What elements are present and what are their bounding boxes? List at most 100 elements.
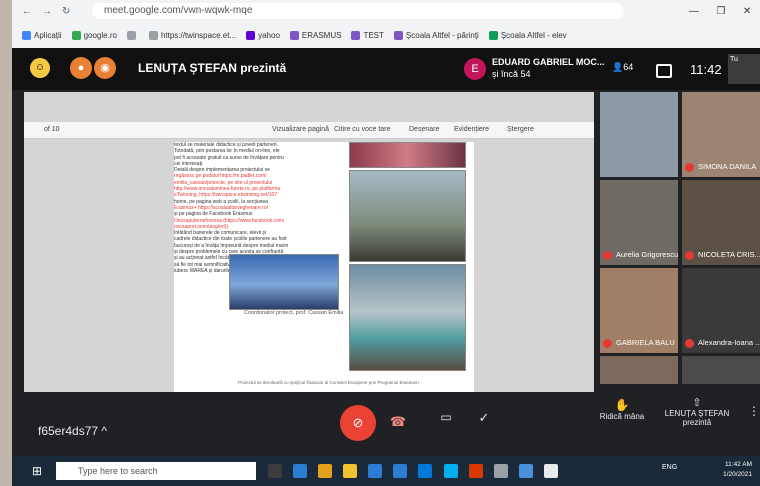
self-view-tile[interactable]: Tu <box>728 54 760 84</box>
participant-tile[interactable]: Alexandra-Ioana ... <box>682 268 760 353</box>
pdf-tool-view[interactable]: Vizualizare pagină <box>272 126 329 133</box>
check-button[interactable]: ✓ <box>474 410 494 430</box>
taskbar-app-icon[interactable] <box>393 464 408 478</box>
bookmark-item[interactable]: Școala Altfel - părinți <box>393 30 479 40</box>
bookmark-icon <box>393 30 403 40</box>
hand-icon: ✋ <box>614 398 630 412</box>
coordinator-caption: Coordonator proiect, prof. Cassan Emilia <box>244 310 344 316</box>
bookmark-label: Școala Altfel - părinți <box>405 30 479 40</box>
taskbar-app-icon[interactable] <box>418 464 433 478</box>
browser-chrome: ← → ↻ meet.google.com/vwn-wqwk-mqe — ❐ ✕… <box>12 0 760 48</box>
taskbar-app-icon[interactable] <box>543 464 558 478</box>
participant-name: Aurelia Grigorescu <box>616 250 678 259</box>
bookmark-icon <box>246 30 256 40</box>
desk-edge <box>0 0 12 486</box>
taskbar-app-icon[interactable] <box>468 464 483 478</box>
taskbar-time: 11:42 AM <box>725 461 752 468</box>
presenter-title: LENUȚA ȘTEFAN prezintă <box>138 61 287 75</box>
mic-off-button[interactable]: ⊘ <box>340 405 376 441</box>
maximize-button[interactable]: ❐ <box>716 6 725 17</box>
participant-tile[interactable] <box>600 92 678 177</box>
self-label: Tu <box>730 56 738 63</box>
chevron-up-icon: ^ <box>101 424 108 438</box>
reload-icon[interactable]: ↻ <box>62 6 70 17</box>
participant-tile[interactable]: Aurelia Grigorescu <box>600 180 678 265</box>
pinned-user[interactable]: E EDUARD GABRIEL MOC... și încă 54 <box>460 54 604 84</box>
raise-hand-label: Ridică mâna <box>599 412 645 421</box>
people-count[interactable]: 👤64 <box>612 62 633 73</box>
bookmark-label: google.ro <box>83 30 117 40</box>
pdf-page: textul se materiale didactice și poveti … <box>174 142 474 392</box>
meet-clock: 11:42 <box>690 62 722 77</box>
pinned-user-name: EDUARD GABRIEL MOC... <box>492 57 605 67</box>
more-options-icon[interactable]: ⋮ <box>748 404 760 418</box>
chat-icon[interactable] <box>656 64 672 78</box>
back-icon[interactable]: ← <box>22 6 32 17</box>
bookmark-item[interactable]: Școala Altfel - elev <box>488 30 567 40</box>
photo-stage <box>229 254 339 310</box>
camera-button[interactable]: ▭ <box>436 410 456 430</box>
participant-tile[interactable]: SIMONA DANILA <box>682 92 760 177</box>
bookmark-label: ERASMUS <box>301 30 342 40</box>
minimize-button[interactable]: — <box>689 6 699 17</box>
participant-tile[interactable] <box>600 356 678 384</box>
taskbar-app-icon[interactable] <box>343 464 358 478</box>
bookmark-item[interactable]: TEST <box>351 30 384 40</box>
shared-screen: of 10 Vizualizare pagină Citire cu voce … <box>24 92 594 392</box>
bookmark-item[interactable]: google.ro <box>71 30 117 40</box>
mic-muted-icon <box>685 163 694 172</box>
raise-hand-button[interactable]: ✋ Ridică mâna <box>592 398 652 421</box>
meet-record-icon[interactable]: ◉ <box>94 57 116 79</box>
taskbar-clock[interactable]: 11:42 AM 1/20/2021 <box>712 460 752 480</box>
bookmark-item[interactable]: ERASMUS <box>289 30 342 40</box>
meeting-code-text: f65er4ds77 <box>38 424 99 438</box>
bookmark-label: TEST <box>363 30 384 40</box>
bookmark-label: https://twinspace.et... <box>160 30 237 40</box>
window-controls: — ❐ ✕ <box>680 0 760 22</box>
pdf-tool-highlight[interactable]: Evidențiere <box>454 126 489 133</box>
participant-tile[interactable]: NICOLETA CRIS... <box>682 180 760 265</box>
pdf-tool-read[interactable]: Citire cu voce tare <box>334 126 390 133</box>
taskbar-app-icon[interactable] <box>268 464 282 478</box>
address-bar[interactable]: meet.google.com/vwn-wqwk-mqe <box>92 3 624 19</box>
presenting-button[interactable]: ⇧ LENUȚA ȘTEFAN prezintă <box>662 396 732 427</box>
participant-tile[interactable]: GABRIELA BALU <box>600 268 678 353</box>
windows-start-icon[interactable]: ⊞ <box>32 464 42 478</box>
pdf-tool-draw[interactable]: Desenare <box>409 126 439 133</box>
bookmark-item[interactable] <box>126 30 139 40</box>
bookmark-label: yahoo <box>258 30 280 40</box>
pdf-tool-erase[interactable]: Ștergere <box>507 126 534 133</box>
bookmark-icon <box>488 30 498 40</box>
phone-icon: ☎ <box>389 414 407 429</box>
taskbar-search-text: Type here to search <box>78 466 158 476</box>
bookmark-item[interactable]: Aplicații <box>22 30 62 40</box>
pdf-toolbar: of 10 Vizualizare pagină Citire cu voce … <box>24 122 594 139</box>
participant-name: NICOLETA CRIS... <box>698 250 760 259</box>
photo-top <box>349 142 466 168</box>
close-button[interactable]: ✕ <box>743 6 751 17</box>
meet-control-bar: f65er4ds77 ^ ⊘ ☎ ▭ ✓ ✋ Ridică mâna ⇧ LEN… <box>12 392 760 456</box>
participant-name: Alexandra-Ioana ... <box>698 338 760 347</box>
meet-activity-icon[interactable]: ● <box>70 57 92 79</box>
people-number: 64 <box>623 62 634 72</box>
meeting-code[interactable]: f65er4ds77 ^ <box>38 424 107 438</box>
taskbar-app-icon[interactable] <box>443 464 458 478</box>
taskbar-app-icon[interactable] <box>518 464 533 478</box>
windows-taskbar: ⊞ Type here to search ENG 11:42 AM 1/20/… <box>12 456 760 486</box>
bookmark-item[interactable]: yahoo <box>246 30 280 40</box>
forward-icon[interactable]: → <box>42 6 52 17</box>
taskbar-app-icon[interactable] <box>368 464 383 478</box>
pinned-user-more: și încă 54 <box>492 69 531 79</box>
tray-language[interactable]: ENG <box>662 464 677 471</box>
taskbar-search[interactable]: Type here to search <box>56 462 256 480</box>
taskbar-app-icon[interactable] <box>493 464 508 478</box>
participant-name: GABRIELA BALU <box>616 338 675 347</box>
hang-up-button[interactable]: ☎ <box>386 414 410 430</box>
smiley-emoji-icon: ☺ <box>30 58 50 78</box>
bookmark-item[interactable]: https://twinspace.et... <box>148 30 237 40</box>
taskbar-app-icon[interactable] <box>293 464 308 478</box>
taskbar-date: 1/20/2021 <box>723 471 752 478</box>
pdf-page-number: of 10 <box>44 126 60 133</box>
taskbar-app-icon[interactable] <box>318 464 333 478</box>
participant-tile[interactable] <box>682 356 760 384</box>
